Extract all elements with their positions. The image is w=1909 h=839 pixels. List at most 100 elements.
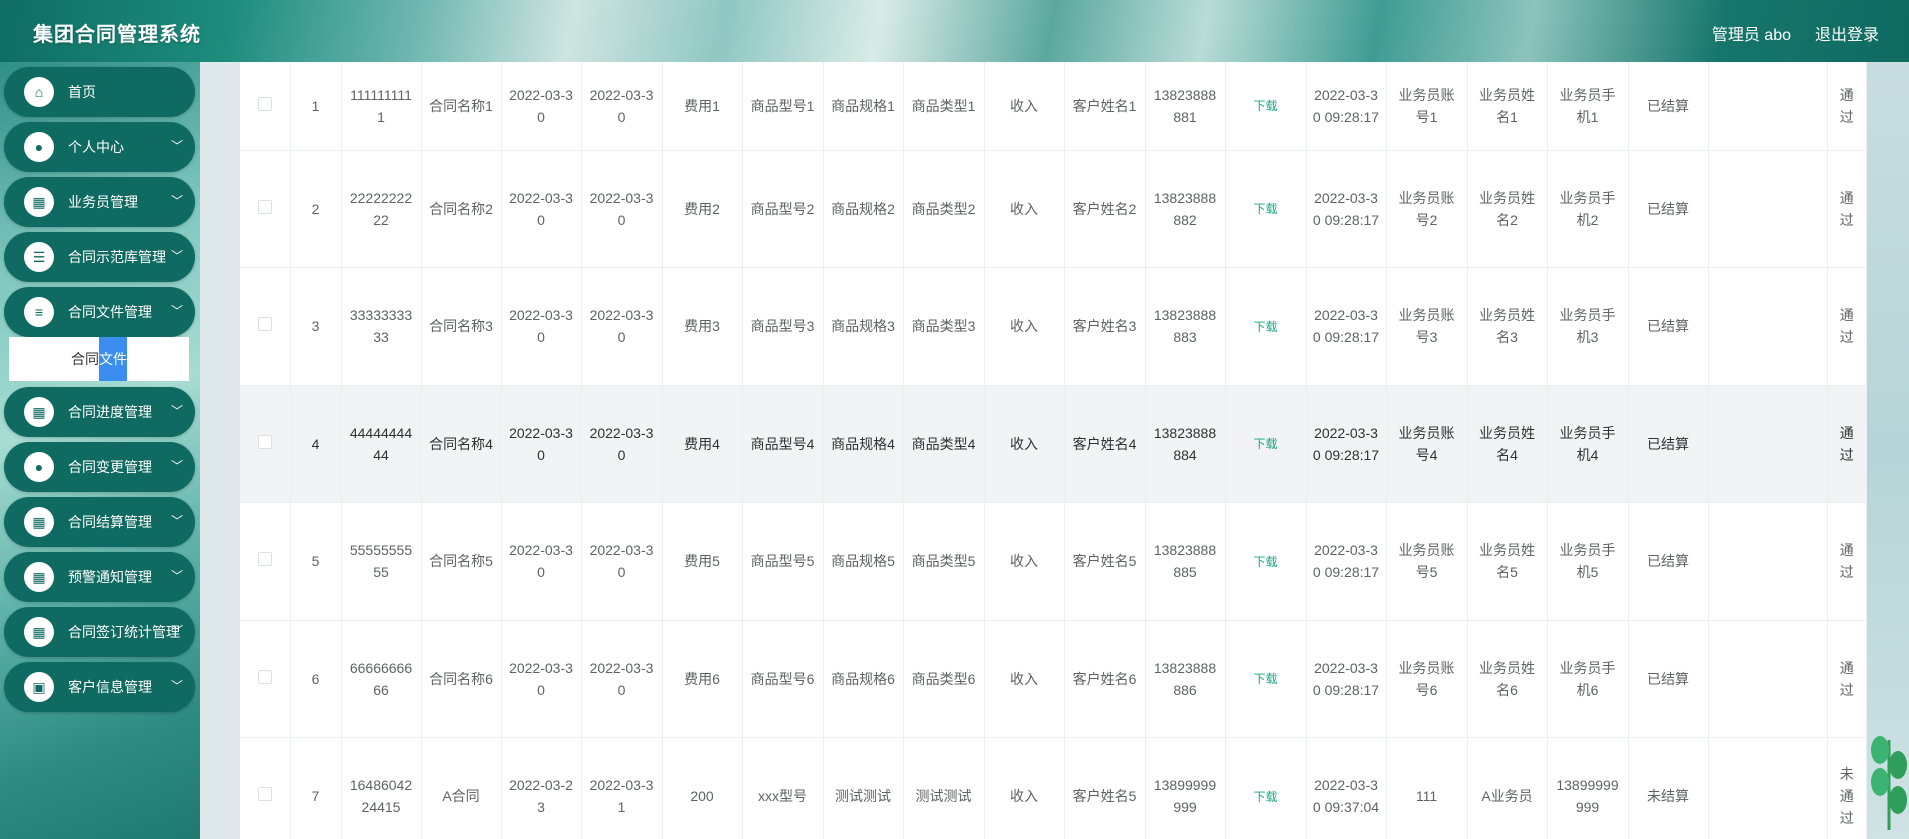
table-cell: 业务员账号3 [1386,267,1468,386]
table-cell: 2022-03-30 [501,620,582,738]
sidebar-item[interactable]: ▦ 业务员管理 ﹀ [4,177,195,227]
row-select-cell [240,267,291,386]
row-checkbox[interactable] [257,552,272,567]
data-table-container: 1 1111111111 合同名称1 2022-03-30 2022-03-30 费用1 商… [240,62,1867,839]
download-link[interactable]: 下载 [1253,437,1277,451]
briefcase-icon: ▣ [24,672,54,702]
row-checkbox[interactable] [257,787,272,802]
table-cell: 商品型号2 [742,150,824,268]
sidebar-item[interactable]: ▦ 合同结算管理 ﹀ [4,497,195,547]
table-cell: 业务员账号2 [1386,150,1468,268]
table-cell: 2022-03-23 [501,737,582,839]
table-cell: 业务员姓名1 [1467,62,1548,151]
table-cell: 收入 [984,502,1065,621]
table-cell: 6666666666 [341,620,422,738]
table-cell: 业务员姓名2 [1467,150,1548,268]
sidebar-item-label: 合同进度管理 [68,404,152,420]
download-link[interactable]: 下载 [1253,99,1277,113]
row-checkbox[interactable] [257,317,272,332]
table-cell: 1648604224415 [341,737,422,839]
contracts-table: 1 1111111111 合同名称1 2022-03-30 2022-03-30 费用1 商… [240,62,1867,839]
table-cell: 费用4 [662,385,743,503]
logout-link[interactable]: 退出登录 [1815,21,1879,45]
table-cell: 2022-03-30 09:28:17 [1306,385,1387,503]
table-cell: 已结算 [1628,267,1709,386]
table-cell: A合同 [421,737,502,839]
grid-icon: ▦ [24,397,54,427]
sidebar-item[interactable]: ⌂ 首页 [4,67,195,117]
sidebar-subitem-contract-file[interactable]: 合同 文件 [9,337,189,381]
row-checkbox[interactable] [257,669,272,684]
table-cell: 2022-03-30 [501,62,582,151]
chevron-down-icon: ﹀ [170,194,183,208]
table-cell [1708,502,1828,621]
table-cell: 通过 [1827,385,1867,503]
row-checkbox[interactable] [257,96,272,111]
row-select-cell [240,502,291,621]
sidebar-item-label: 个人中心 [68,139,124,155]
table-cell: 业务员手机1 [1547,62,1629,151]
table-cell: 商品类型1 [903,62,985,151]
download-cell: 下载 [1225,502,1307,621]
sidebar-item[interactable]: ● 合同变更管理 ﹀ [4,442,195,492]
chevron-down-icon: ﹀ [170,139,183,153]
table-cell: 业务员手机4 [1547,385,1629,503]
table-row[interactable]: 1 1111111111 合同名称1 2022-03-30 2022-03-30 费用1 商… [240,62,1867,151]
table-cell: 2022-03-30 [501,267,582,386]
sidebar-item[interactable]: ▣ 客户信息管理 ﹀ [4,662,195,712]
table-cell: 2022-03-30 09:37:04 [1306,737,1387,839]
sidebar-item[interactable]: ≡ 合同文件管理 ﹀ [4,287,195,337]
table-cell: 业务员账号5 [1386,502,1468,621]
table-cell: 商品规格4 [823,385,904,503]
table-cell: 4 [290,385,342,503]
table-cell: 收入 [984,150,1065,268]
table-cell: 未结算 [1628,737,1709,839]
table-cell: 合同名称1 [421,62,502,151]
sidebar-item-label: 预警通知管理 [68,569,152,585]
table-row[interactable]: 3 3333333333 合同名称3 2022-03-30 2022-03-30 费用3 商… [240,267,1867,386]
table-cell: 费用5 [662,502,743,621]
chevron-down-icon: ﹀ [170,459,183,473]
table-cell: 商品规格6 [823,620,904,738]
table-row[interactable]: 7 1648604224415 A合同 2022-03-23 2022-03-31 200… [240,737,1867,839]
table-cell: xxx型号 [742,737,824,839]
document-icon: ≡ [24,297,54,327]
sidebar-item[interactable]: ▦ 合同进度管理 ﹀ [4,387,195,437]
sidebar-item-label: 合同文件管理 [68,304,152,320]
row-checkbox[interactable] [257,199,272,214]
download-link[interactable]: 下载 [1253,320,1277,334]
download-link[interactable]: 下载 [1253,790,1277,804]
table-row[interactable]: 5 5555555555 合同名称5 2022-03-30 2022-03-30 费用5 商… [240,502,1867,621]
table-cell: 1 [290,62,342,151]
table-cell: 合同名称3 [421,267,502,386]
sidebar-item[interactable]: ▦ 预警通知管理 ﹀ [4,552,195,602]
row-select-cell [240,385,291,503]
sidebar-item[interactable]: ● 个人中心 ﹀ [4,122,195,172]
table-cell: 商品规格3 [823,267,904,386]
table-row[interactable]: 4 4444444444 合同名称4 2022-03-30 2022-03-30 费用4 商… [240,385,1867,503]
table-cell: 商品型号4 [742,385,824,503]
table-cell: 商品规格2 [823,150,904,268]
sidebar-item-label: 客户信息管理 [68,679,152,695]
download-link[interactable]: 下载 [1253,555,1277,569]
table-cell: 合同名称4 [421,385,502,503]
table-cell: 2022-03-30 [581,620,663,738]
sidebar-item-label: 首页 [68,84,96,100]
table-cell: 2022-03-30 [501,502,582,621]
sidebar-item[interactable]: ☰ 合同示范库管理 ﹀ [4,232,195,282]
table-row[interactable]: 2 2222222222 合同名称2 2022-03-30 2022-03-30 费用2 商… [240,150,1867,268]
table-cell: 合同名称6 [421,620,502,738]
sidebar-item[interactable]: ▦ 合同签订统计管理 ﹀ [4,607,195,657]
table-cell [1708,150,1828,268]
top-header: 集团合同管理系统 管理员 abo 退出登录 [0,0,1909,62]
table-cell: 业务员账号4 [1386,385,1468,503]
chevron-down-icon: ﹀ [170,569,183,583]
table-row[interactable]: 6 6666666666 合同名称6 2022-03-30 2022-03-30 费用6 商… [240,620,1867,738]
row-checkbox[interactable] [257,434,272,449]
download-link[interactable]: 下载 [1253,672,1277,686]
table-cell: 2022-03-30 [581,385,663,503]
download-link[interactable]: 下载 [1253,202,1277,216]
table-cell: 商品类型4 [903,385,985,503]
table-cell: 费用6 [662,620,743,738]
table-cell: 客户姓名5 [1064,502,1146,621]
